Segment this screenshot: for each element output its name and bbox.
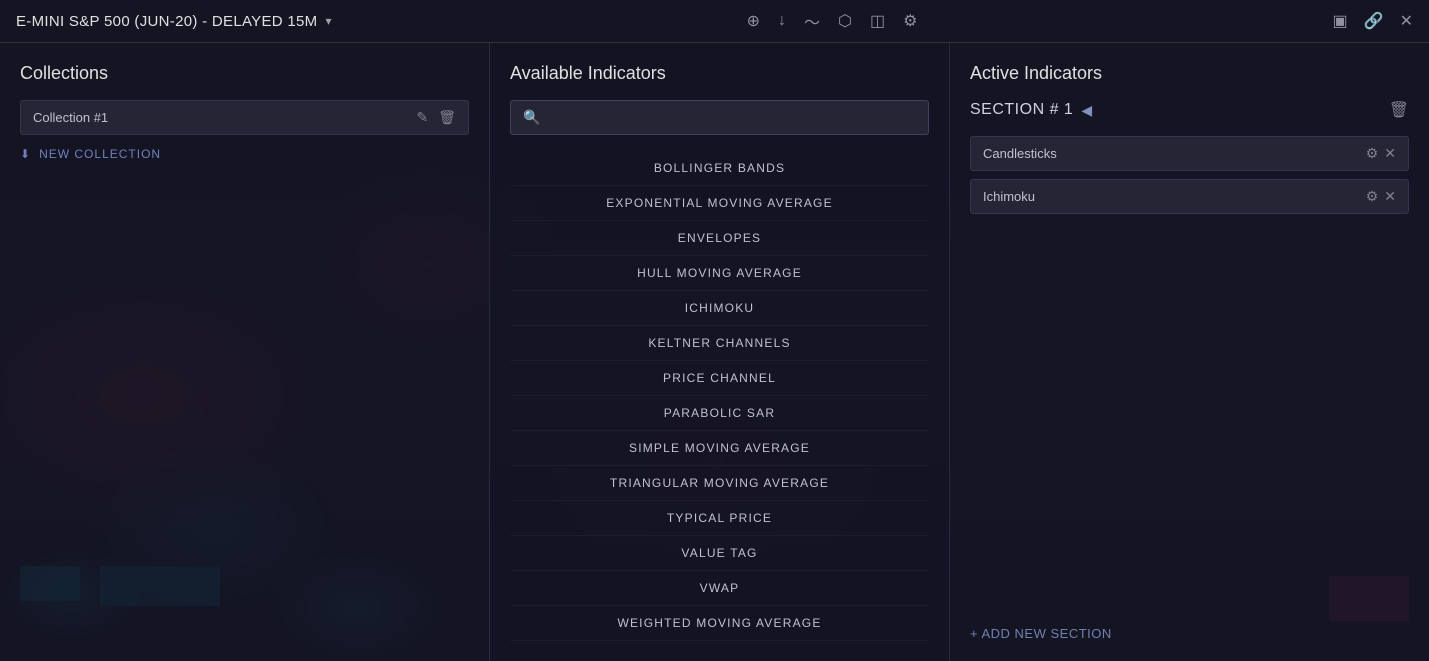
calendar-icon[interactable]: ◫: [870, 11, 885, 31]
indicator-list: BOLLINGER BANDSEXPONENTIAL MOVING AVERAG…: [510, 151, 929, 641]
indicator-item[interactable]: WEIGHTED MOVING AVERAGE: [510, 606, 929, 641]
active-indicator-action-icons: ⚙✕: [1366, 188, 1396, 205]
active-indicator-items: Candlesticks⚙✕Ichimoku⚙✕: [970, 136, 1409, 222]
new-collection-button[interactable]: ⬇ NEW COLLECTION: [20, 147, 469, 161]
indicator-item[interactable]: TYPICAL PRICE: [510, 501, 929, 536]
title-bar: E-MINI S&P 500 (JUN-20) - DELAYED 15M ▾ …: [0, 0, 1429, 43]
add-new-section-button[interactable]: + ADD NEW SECTION: [970, 626, 1409, 641]
active-indicator-close-icon[interactable]: ✕: [1384, 145, 1396, 162]
title-actions: ▣ 🔗 ✕: [1333, 11, 1413, 31]
indicator-item[interactable]: ENVELOPES: [510, 221, 929, 256]
indicator-item[interactable]: VALUE TAG: [510, 536, 929, 571]
download-icon[interactable]: ↓: [778, 12, 786, 30]
section-arrow-icon[interactable]: ◀: [1081, 102, 1092, 119]
collection-name: Collection #1: [33, 110, 108, 125]
panel-available-indicators: Available Indicators 🔍 BOLLINGER BANDSEX…: [490, 43, 950, 661]
active-header: SECTION # 1 ◀ 🗑: [970, 100, 1409, 120]
chart-line-icon[interactable]: 〜: [804, 9, 820, 33]
indicator-item[interactable]: BOLLINGER BANDS: [510, 151, 929, 186]
main-layout: E-MINI S&P 500 (JUN-20) - DELAYED 15M ▾ …: [0, 0, 1429, 661]
indicator-item[interactable]: PARABOLIC SAR: [510, 396, 929, 431]
new-collection-icon: ⬇: [20, 147, 31, 161]
active-indicator-name: Ichimoku: [983, 189, 1035, 204]
new-collection-label: NEW COLLECTION: [39, 147, 161, 161]
delete-section-icon[interactable]: 🗑: [1389, 100, 1409, 120]
collections-title: Collections: [20, 63, 469, 84]
grid-icon[interactable]: ▣: [1333, 11, 1348, 31]
indicator-item[interactable]: TRIANGULAR MOVING AVERAGE: [510, 466, 929, 501]
active-indicator-item: Ichimoku⚙✕: [970, 179, 1409, 214]
title-dropdown-icon[interactable]: ▾: [325, 14, 331, 28]
available-indicators-title: Available Indicators: [510, 63, 929, 84]
indicator-item[interactable]: PRICE CHANNEL: [510, 361, 929, 396]
indicator-item[interactable]: EXPONENTIAL MOVING AVERAGE: [510, 186, 929, 221]
layers-icon[interactable]: ⬡: [838, 11, 852, 31]
panels-container: Collections Collection #1 ✎ 🗑 ⬇ NEW COLL…: [0, 43, 1429, 661]
search-box: 🔍: [510, 100, 929, 135]
title-icons: ⊕ ↓ 〜 ⬡ ◫ ⚙: [747, 9, 918, 33]
indicator-item[interactable]: VWAP: [510, 571, 929, 606]
title-left: E-MINI S&P 500 (JUN-20) - DELAYED 15M ▾: [16, 13, 332, 30]
settings-gear-icon[interactable]: ⚙: [903, 11, 917, 31]
panel-collections: Collections Collection #1 ✎ 🗑 ⬇ NEW COLL…: [0, 43, 490, 661]
section-title-row: SECTION # 1 ◀: [970, 101, 1092, 119]
active-indicators-title: Active Indicators: [970, 63, 1409, 84]
indicator-item[interactable]: ICHIMOKU: [510, 291, 929, 326]
collection-icons: ✎ 🗑: [416, 109, 456, 126]
crosshair-icon[interactable]: ⊕: [747, 11, 760, 31]
panel-active-indicators: Active Indicators SECTION # 1 ◀ 🗑 Candle…: [950, 43, 1429, 661]
active-indicator-settings-icon[interactable]: ⚙: [1366, 188, 1379, 205]
indicator-item[interactable]: SIMPLE MOVING AVERAGE: [510, 431, 929, 466]
collection-item: Collection #1 ✎ 🗑: [20, 100, 469, 135]
edit-collection-icon[interactable]: ✎: [416, 109, 428, 126]
search-icon: 🔍: [523, 109, 540, 126]
link-icon[interactable]: 🔗: [1364, 11, 1384, 31]
indicator-item[interactable]: HULL MOVING AVERAGE: [510, 256, 929, 291]
chart-title: E-MINI S&P 500 (JUN-20) - DELAYED 15M: [16, 13, 317, 30]
active-indicator-name: Candlesticks: [983, 146, 1057, 161]
active-indicator-item: Candlesticks⚙✕: [970, 136, 1409, 171]
search-input[interactable]: [548, 110, 916, 125]
active-indicator-settings-icon[interactable]: ⚙: [1366, 145, 1379, 162]
delete-collection-icon[interactable]: 🗑: [438, 109, 456, 126]
active-indicator-action-icons: ⚙✕: [1366, 145, 1396, 162]
indicator-item[interactable]: KELTNER CHANNELS: [510, 326, 929, 361]
active-indicator-close-icon[interactable]: ✕: [1384, 188, 1396, 205]
section-title: SECTION # 1: [970, 101, 1073, 119]
close-window-icon[interactable]: ✕: [1400, 11, 1413, 31]
